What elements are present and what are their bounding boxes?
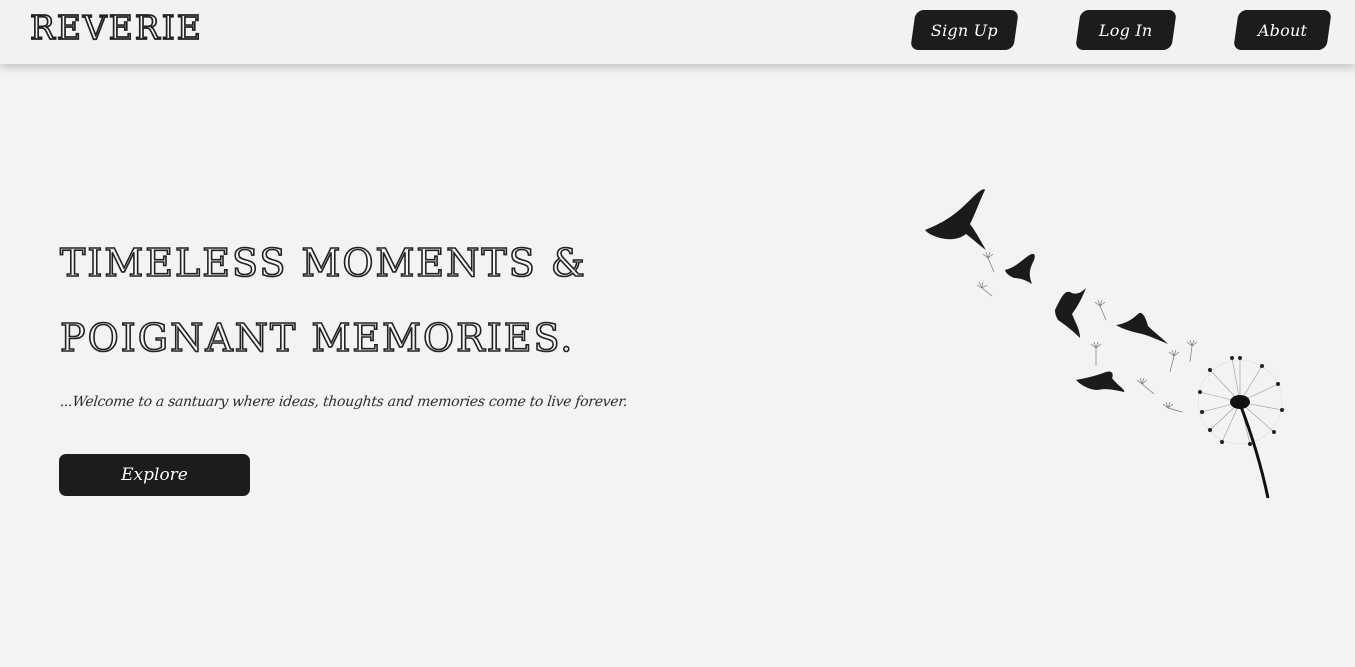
login-button[interactable]: Log In — [1075, 10, 1177, 50]
bird-icon — [1076, 371, 1125, 392]
bird-icon — [1116, 312, 1168, 344]
hero-title-line-1: Timeless Moments & — [59, 240, 587, 286]
about-label: About — [1257, 20, 1308, 40]
hero-title: Timeless Moments & Poignant Memories. — [59, 226, 700, 376]
login-label: Log In — [1099, 20, 1153, 40]
top-navigation-bar: REVERIE Sign Up Log In About — [0, 0, 1355, 64]
about-button[interactable]: About — [1233, 10, 1332, 50]
site-logo[interactable]: REVERIE — [29, 10, 203, 45]
signup-button[interactable]: Sign Up — [910, 10, 1019, 50]
bird-icon — [925, 189, 986, 250]
signup-label: Sign Up — [931, 20, 998, 40]
explore-button[interactable]: Explore — [59, 454, 250, 496]
bird-icon — [1055, 288, 1086, 338]
birds-and-dandelion-illustration — [925, 189, 1284, 499]
bird-icon — [1005, 253, 1035, 284]
dandelion-seeds — [976, 251, 1198, 413]
hero-subtitle: ...Welcome to a santuary where ideas, th… — [59, 394, 629, 410]
explore-label: Explore — [121, 465, 188, 485]
hero-title-line-2: Poignant Memories. — [59, 315, 575, 361]
birds-group — [925, 189, 1168, 392]
dandelion-icon — [1197, 356, 1284, 499]
